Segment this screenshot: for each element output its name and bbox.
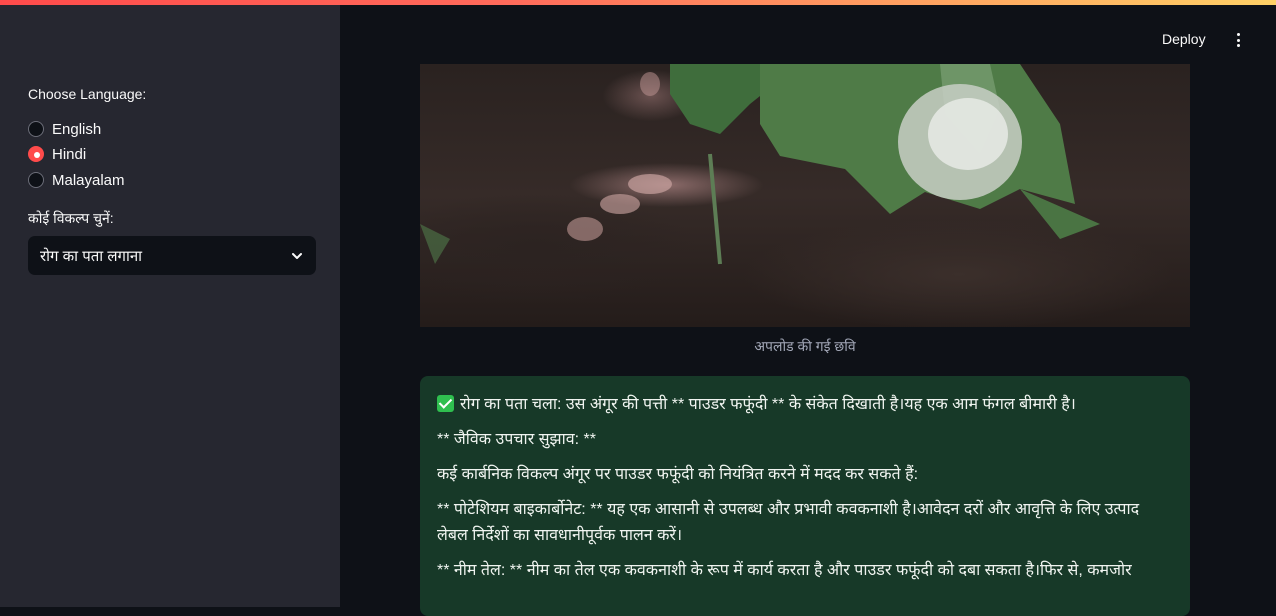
image-caption: अपलोड की गई छवि — [754, 338, 856, 354]
option-select-value: रोग का पता लगाना — [40, 247, 143, 265]
radio-button-icon[interactable] — [28, 172, 44, 188]
top-decoration-bar — [0, 0, 1276, 5]
radio-label-english: English — [52, 120, 102, 138]
result-alert: रोग का पता चला: उस अंगूर की पत्ती ** पाउ… — [420, 376, 1190, 616]
result-paragraph: कई कार्बनिक विकल्प अंगूर पर पाउडर फफूंदी… — [437, 466, 919, 483]
language-label: Choose Language: — [28, 86, 147, 102]
deploy-button[interactable]: Deploy — [1162, 31, 1206, 51]
radio-button-selected-icon[interactable] — [28, 146, 44, 162]
result-paragraph: ** पोटेशियम बाइकार्बोनेट: ** यह एक आसानी… — [437, 501, 1140, 544]
option-select-label: कोई विकल्प चुनें: — [28, 210, 114, 226]
uploaded-image — [420, 64, 1190, 327]
result-paragraph: रोग का पता चला: उस अंगूर की पत्ती ** पाउ… — [437, 392, 1172, 418]
radio-label-hindi: Hindi — [52, 145, 87, 163]
check-box-icon — [437, 395, 454, 412]
radio-english[interactable]: English — [28, 118, 101, 140]
sidebar: Choose Language: English Hindi Malayalam… — [0, 5, 340, 607]
radio-button-icon[interactable] — [28, 121, 44, 137]
chevron-down-icon — [292, 252, 302, 259]
option-select[interactable]: रोग का पता लगाना — [28, 236, 316, 275]
radio-label-malayalam: Malayalam — [52, 171, 125, 189]
result-paragraph: ** जैविक उपचार सुझाव: ** — [437, 431, 596, 448]
kebab-menu-icon[interactable] — [1230, 31, 1246, 49]
detection-text: रोग का पता चला: उस अंगूर की पत्ती ** पाउ… — [460, 396, 1076, 413]
result-paragraph: ** नीम तेल: ** नीम का तेल एक कवकनाशी के … — [437, 562, 1132, 579]
radio-hindi[interactable]: Hindi — [28, 143, 86, 165]
grape-leaf-photo — [420, 64, 1100, 265]
main-content: Deploy अपलोड की गई छवि रोग का पता चला: उ… — [340, 5, 1276, 616]
radio-malayalam[interactable]: Malayalam — [28, 169, 125, 191]
